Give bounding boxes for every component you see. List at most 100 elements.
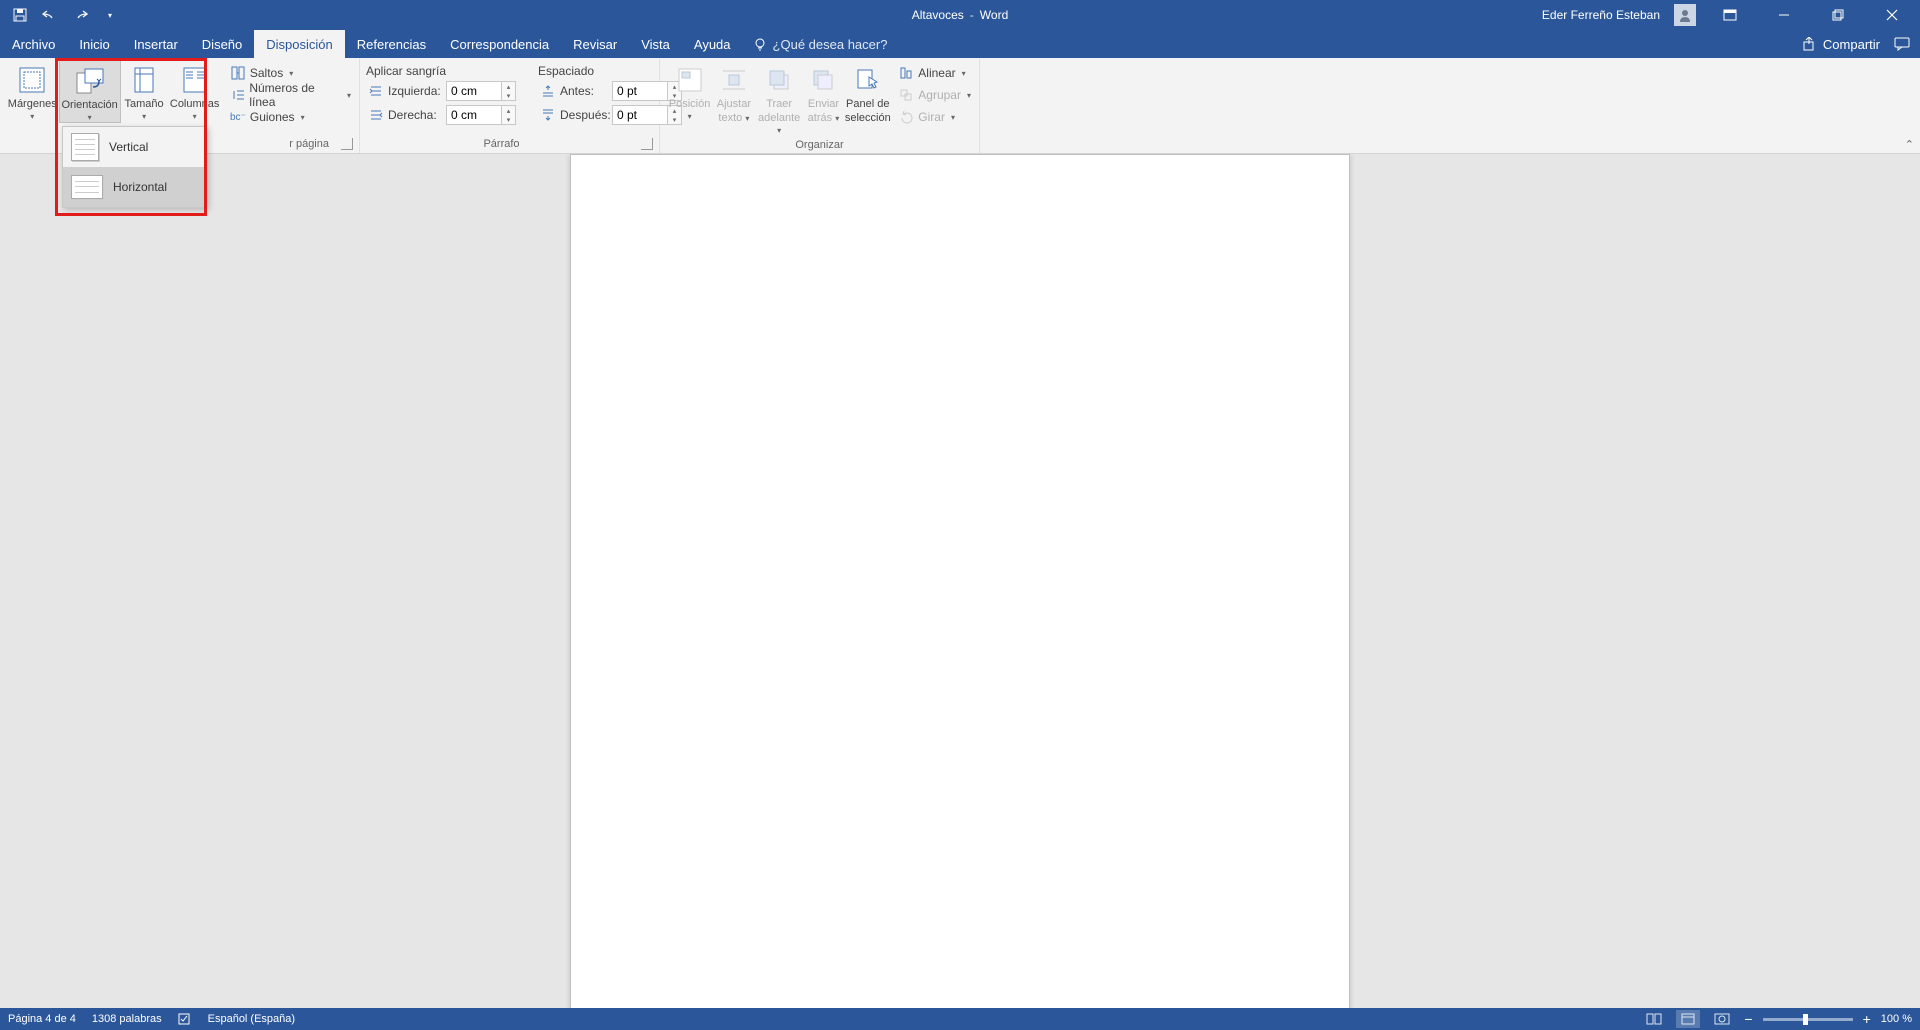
tab-disposicion[interactable]: Disposición	[254, 30, 344, 58]
spin-up-icon[interactable]: ▴	[502, 82, 515, 91]
user-avatar-icon[interactable]	[1674, 4, 1696, 26]
space-after-icon	[540, 107, 556, 123]
title-separator: -	[970, 8, 974, 22]
orientation-horizontal[interactable]: Horizontal	[63, 167, 206, 207]
bring-forward-label-1: Traer	[766, 98, 792, 110]
selection-pane-label-2: selección	[845, 112, 891, 124]
page[interactable]	[570, 154, 1350, 1008]
send-backward-button[interactable]: Enviar atrás ▾	[804, 60, 844, 124]
spin-up-icon[interactable]: ▴	[502, 106, 515, 115]
tab-revisar[interactable]: Revisar	[561, 30, 629, 58]
size-button[interactable]: Tamaño ▾	[121, 60, 168, 121]
send-backward-label-1: Enviar	[808, 98, 839, 110]
rotate-button[interactable]: Girar▾	[896, 106, 973, 128]
document-area[interactable]	[0, 154, 1920, 1008]
close-button[interactable]	[1872, 0, 1912, 30]
tab-correspondencia[interactable]: Correspondencia	[438, 30, 561, 58]
bring-forward-button[interactable]: Traer adelante ▾	[755, 60, 804, 136]
wrap-text-button[interactable]: Ajustar texto ▾	[713, 60, 754, 124]
ribbon-tabs: Archivo Inicio Insertar Diseño Disposici…	[0, 30, 1920, 58]
rotate-label: Girar	[918, 110, 945, 124]
send-backward-label-2: atrás	[808, 112, 832, 124]
zoom-out-button[interactable]: −	[1744, 1011, 1752, 1027]
minimize-button[interactable]	[1764, 0, 1804, 30]
quick-access-toolbar: ▾	[0, 7, 118, 23]
share-button[interactable]: Compartir	[1803, 37, 1880, 52]
group-objects-button[interactable]: Agrupar▾	[896, 84, 973, 106]
indent-left-spinner[interactable]: ▴▾	[446, 80, 516, 102]
user-name[interactable]: Eder Ferreño Esteban	[1542, 8, 1660, 22]
collapse-ribbon-icon[interactable]: ⌃	[1905, 138, 1914, 151]
title-right: Eder Ferreño Esteban	[1542, 0, 1920, 30]
indent-right-spinner[interactable]: ▴▾	[446, 104, 516, 126]
dialog-launcher-icon[interactable]	[341, 138, 353, 150]
group-paragraph: Aplicar sangría Izquierda: ▴▾ Derecha: ▴…	[360, 58, 660, 153]
line-numbers-label: Números de línea	[249, 81, 341, 109]
ribbon-display-icon[interactable]	[1710, 0, 1750, 30]
tab-insertar[interactable]: Insertar	[122, 30, 190, 58]
align-icon	[898, 65, 914, 81]
hyphenation-icon: bc⁻	[230, 109, 246, 125]
send-backward-icon	[807, 64, 839, 96]
tab-referencias[interactable]: Referencias	[345, 30, 438, 58]
selection-pane-icon	[852, 64, 884, 96]
tab-diseno[interactable]: Diseño	[190, 30, 254, 58]
line-numbers-button[interactable]: Números de línea▾	[228, 84, 353, 106]
position-button[interactable]: Posición ▾	[666, 60, 713, 121]
indent-left-input[interactable]	[446, 81, 502, 101]
status-proofing-icon[interactable]	[178, 1012, 192, 1026]
save-icon[interactable]	[12, 7, 28, 23]
orientation-vertical[interactable]: Vertical	[63, 127, 206, 167]
orientation-horizontal-label: Horizontal	[113, 180, 167, 194]
comments-icon[interactable]	[1894, 37, 1910, 51]
dropdown-icon: ▾	[88, 113, 92, 122]
rotate-icon	[898, 109, 914, 125]
dropdown-icon: ▾	[193, 112, 197, 121]
view-print-layout-icon[interactable]	[1676, 1010, 1700, 1028]
zoom-slider-thumb[interactable]	[1803, 1014, 1808, 1025]
indent-right-icon	[368, 107, 384, 123]
orientation-button[interactable]: Orientación ▾	[59, 60, 121, 123]
tab-vista[interactable]: Vista	[629, 30, 682, 58]
maximize-button[interactable]	[1818, 0, 1858, 30]
size-label: Tamaño	[125, 98, 164, 110]
document-name: Altavoces	[912, 8, 964, 22]
spin-down-icon[interactable]: ▾	[502, 115, 515, 124]
status-page[interactable]: Página 4 de 4	[8, 1013, 76, 1025]
group-label: Agrupar	[918, 88, 961, 102]
view-read-mode-icon[interactable]	[1642, 1010, 1666, 1028]
view-web-layout-icon[interactable]	[1710, 1010, 1734, 1028]
zoom-in-button[interactable]: +	[1863, 1011, 1871, 1027]
zoom-level[interactable]: 100 %	[1881, 1013, 1912, 1025]
columns-label: Columnas	[170, 98, 220, 110]
margins-button[interactable]: Márgenes ▾	[6, 60, 59, 121]
hyphenation-label: Guiones	[250, 110, 295, 124]
selection-pane-button[interactable]: Panel de selección	[843, 60, 892, 124]
space-before-label: Antes:	[560, 84, 608, 98]
group-label-paragraph: Párrafo	[366, 135, 653, 153]
align-label: Alinear	[918, 66, 955, 80]
margins-label: Márgenes	[8, 98, 57, 110]
columns-button[interactable]: Columnas ▾	[167, 60, 221, 121]
hyphenation-button[interactable]: bc⁻ Guiones▾	[228, 106, 353, 128]
undo-icon[interactable]	[42, 7, 58, 23]
tell-me-input[interactable]	[773, 37, 943, 52]
dialog-launcher-icon[interactable]	[641, 138, 653, 150]
group-icon	[898, 87, 914, 103]
tab-archivo[interactable]: Archivo	[0, 30, 67, 58]
status-language[interactable]: Español (España)	[208, 1013, 295, 1025]
tab-ayuda[interactable]: Ayuda	[682, 30, 743, 58]
tab-inicio[interactable]: Inicio	[67, 30, 121, 58]
qat-customize-icon[interactable]: ▾	[102, 7, 118, 23]
size-icon	[128, 64, 160, 96]
page-landscape-icon	[71, 175, 103, 199]
status-word-count[interactable]: 1308 palabras	[92, 1013, 162, 1025]
zoom-slider[interactable]	[1763, 1018, 1853, 1021]
indent-right-input[interactable]	[446, 105, 502, 125]
redo-icon[interactable]	[72, 7, 88, 23]
indent-title: Aplicar sangría	[366, 64, 518, 78]
indent-right-row: Derecha: ▴▾	[366, 104, 518, 126]
tell-me[interactable]	[743, 30, 953, 58]
spin-down-icon[interactable]: ▾	[502, 91, 515, 100]
align-button[interactable]: Alinear▾	[896, 62, 973, 84]
